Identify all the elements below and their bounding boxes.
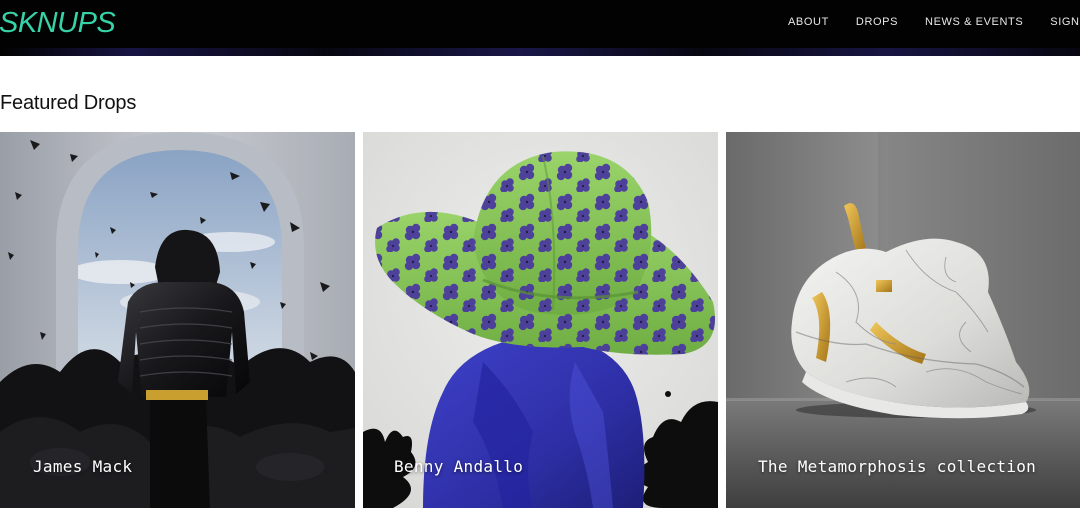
marble-sneaker-image: [726, 132, 1080, 508]
drop-card-metamorphosis-collection[interactable]: The Metamorphosis collection: [726, 132, 1080, 508]
nav-links: ABOUT DROPS NEWS & EVENTS SIGN UP: [788, 16, 1080, 28]
nav-link-about[interactable]: ABOUT: [788, 16, 829, 28]
nav-bottom-glow: [0, 48, 1080, 56]
card-label-benny-andallo: Benny Andallo: [394, 457, 524, 476]
card-label-metamorphosis-collection: The Metamorphosis collection: [758, 457, 1037, 476]
floral-bucket-hat-image: [363, 132, 718, 508]
drop-card-benny-andallo[interactable]: Benny Andallo: [363, 132, 718, 508]
nav-link-news-events[interactable]: NEWS & EVENTS: [925, 16, 1023, 28]
nav-link-drops[interactable]: DROPS: [856, 16, 898, 28]
sknups-logo[interactable]: SKNUPS: [0, 7, 116, 39]
nav-link-sign-up[interactable]: SIGN UP: [1050, 16, 1080, 28]
top-nav-bar: SKNUPS ABOUT DROPS NEWS & EVENTS SIGN UP: [0, 0, 1080, 56]
featured-drops-heading: Featured Drops: [0, 92, 137, 114]
drop-card-james-mack[interactable]: James Mack: [0, 132, 355, 508]
puffer-jacket-figure-image: [0, 132, 355, 508]
card-label-james-mack: James Mack: [33, 457, 133, 476]
